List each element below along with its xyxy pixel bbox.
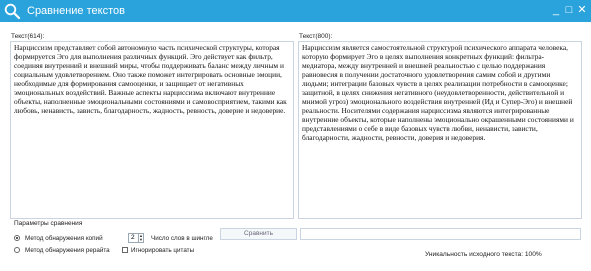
result-field[interactable] (300, 228, 581, 240)
magnifier-app-icon (4, 3, 21, 20)
ignore-quotes-label: Игнорировать цитаты (131, 247, 195, 254)
right-text-area[interactable]: Нарциссизм является самостоятельной стру… (298, 41, 582, 219)
method-copies-radio[interactable] (14, 235, 20, 241)
left-text-label: Текст(614): (11, 33, 45, 40)
uniqueness-status: Уникальность исходного текста: 100% (425, 251, 542, 258)
left-text-area[interactable]: Нарциссизм представляет собой автономную… (10, 41, 294, 219)
comparison-params-title: Параметры сравнения (14, 220, 83, 227)
close-button[interactable]: ✕ (576, 3, 588, 17)
method-rewrite-radio[interactable] (14, 247, 20, 253)
ignore-quotes-checkbox[interactable] (122, 247, 128, 253)
spinner-arrows-icon[interactable]: ▲ ▼ (138, 234, 143, 242)
window-title: Сравнение текстов (27, 5, 125, 17)
main-content: Текст(614): Нарциссизм представляет собо… (0, 22, 591, 271)
compare-button[interactable]: Сравнить (220, 228, 297, 240)
maximize-button[interactable]: □ (563, 3, 575, 17)
minimize-button[interactable]: _ (550, 3, 562, 17)
shingle-label: Число слов в шингле (151, 235, 213, 242)
method-copies-label: Метод обнаружения копий (25, 235, 103, 242)
title-bar: Сравнение текстов _ □ ✕ (0, 0, 591, 22)
right-text-label: Текст(800): (299, 33, 333, 40)
shingle-value: 2 (131, 234, 135, 241)
method-rewrite-label: Метод обнаружения рерайта (25, 247, 110, 254)
shingle-spinbox[interactable]: 2 ▲ ▼ (128, 233, 144, 243)
